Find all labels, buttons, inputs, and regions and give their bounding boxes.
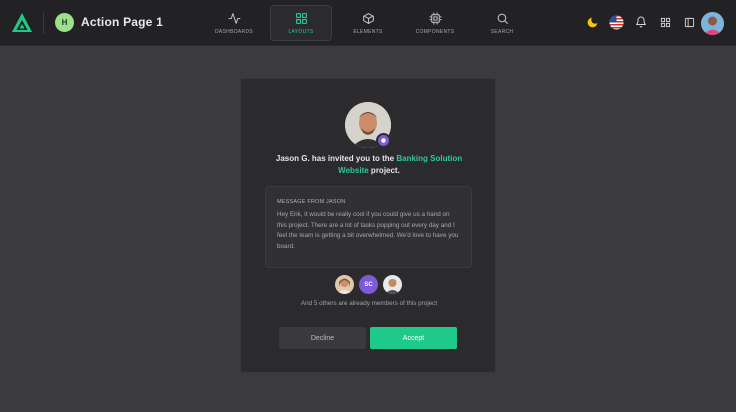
message-label: MESSAGE FROM JASON — [277, 199, 346, 205]
page-avatar: H — [55, 13, 74, 32]
nav-label: DASHBOARDS — [214, 28, 253, 35]
member-avatar-3 — [383, 275, 402, 294]
project-badge-icon — [376, 133, 391, 148]
grid-icon — [295, 12, 307, 24]
member-avatar-1 — [335, 275, 354, 294]
invite-text-after: project. — [368, 166, 400, 175]
top-navbar: H Action Page 1 DASHBOARDS LAYOUTS ELEME… — [0, 0, 736, 46]
decline-button[interactable]: Decline — [279, 327, 366, 349]
theme-toggle-button[interactable] — [584, 14, 600, 30]
invite-message-heading: Jason G. has invited you to the Banking … — [261, 153, 477, 177]
panel-toggle-button[interactable] — [681, 14, 697, 30]
cpu-icon — [429, 12, 441, 24]
apps-button[interactable] — [657, 14, 673, 30]
nav-label: SEARCH — [490, 28, 514, 35]
member-avatar-initials: SC — [359, 275, 378, 294]
invite-text-before: Jason G. has invited you to the — [275, 154, 397, 163]
member-avatars: SC — [335, 275, 402, 294]
sidebar-icon — [684, 17, 694, 27]
members-note: And 5 others are already members of this… — [300, 300, 438, 307]
language-button[interactable] — [608, 14, 624, 30]
message-body: Hey Erik, it would be really cool if you… — [277, 211, 459, 251]
moon-icon — [587, 17, 597, 27]
us-flag-icon — [608, 14, 624, 30]
notifications-button[interactable] — [633, 14, 649, 30]
nav-layouts[interactable]: LAYOUTS — [270, 5, 332, 41]
member-photo-icon — [383, 275, 402, 294]
nav-search[interactable]: SEARCH — [484, 5, 520, 41]
header-divider — [43, 12, 44, 34]
nav-label: LAYOUTS — [288, 28, 314, 35]
page-title: Action Page 1 — [81, 15, 163, 29]
grid-icon — [660, 17, 670, 27]
user-photo-icon — [701, 12, 724, 35]
bell-icon — [636, 16, 646, 28]
user-avatar[interactable] — [701, 12, 724, 35]
accept-button[interactable]: Accept — [370, 327, 457, 349]
message-box: MESSAGE FROM JASON Hey Erik, it would be… — [265, 186, 472, 268]
nav-label: ELEMENTS — [353, 28, 383, 35]
search-icon — [497, 13, 508, 24]
box-icon — [362, 12, 374, 24]
activity-icon — [228, 12, 240, 24]
nav-components[interactable]: COMPONENTS — [410, 5, 460, 41]
nav-dashboards[interactable]: DASHBOARDS — [208, 5, 260, 41]
nav-label: COMPONENTS — [415, 28, 455, 35]
brand-logo-icon[interactable] — [11, 12, 33, 34]
invite-card: Jason G. has invited you to the Banking … — [240, 78, 496, 373]
member-photo-icon — [335, 275, 354, 294]
nav-elements[interactable]: ELEMENTS — [345, 5, 391, 41]
